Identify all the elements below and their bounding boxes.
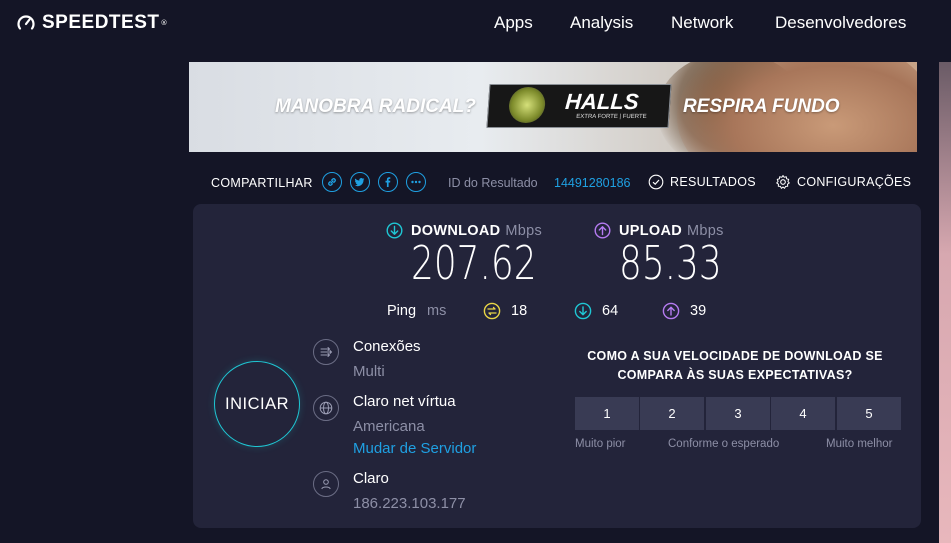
link-icon[interactable] <box>322 172 342 192</box>
ping-download: 64 <box>574 302 618 320</box>
connections-label: Conexões <box>353 338 421 355</box>
ping-upload-value: 39 <box>690 303 707 319</box>
twitter-icon[interactable] <box>350 172 370 192</box>
ping-idle: 18 <box>483 302 527 320</box>
results-label: RESULTADOS <box>670 175 756 189</box>
facebook-icon[interactable] <box>378 172 398 192</box>
halls-logo-gem <box>507 87 547 123</box>
download-arrow-icon <box>386 222 403 239</box>
ping-idle-value: 18 <box>511 303 528 319</box>
start-test-button[interactable]: INICIAR <box>214 361 300 447</box>
settings-label: CONFIGURAÇÕES <box>797 175 912 189</box>
result-id-label: ID do Resultado <box>448 176 538 190</box>
scale-low-label: Muito pior <box>575 438 626 450</box>
logo-trademark: ® <box>160 19 168 27</box>
settings-button[interactable]: CONFIGURAÇÕES <box>775 174 911 190</box>
ad-headline-left: MANOBRA RADICAL? <box>275 96 476 117</box>
ad-banner[interactable]: MANOBRA RADICAL? HALLS EXTRA FORTE | FUE… <box>189 62 917 152</box>
nav-apps[interactable]: Apps <box>494 13 533 33</box>
share-bar: COMPARTILHAR ID do Resultado 14491280186… <box>0 170 951 196</box>
rating-button-3[interactable]: 3 <box>706 397 770 430</box>
more-icon[interactable] <box>406 172 426 192</box>
scale-high-label: Muito melhor <box>826 438 893 450</box>
nav-developers[interactable]: Desenvolvedores <box>775 13 906 33</box>
rating-button-1[interactable]: 1 <box>575 397 639 430</box>
top-header: SPEEDTEST ® Apps Analysis Network Desenvo… <box>0 0 951 46</box>
rating-button-4[interactable]: 4 <box>771 397 835 430</box>
ping-upload: 39 <box>662 302 706 320</box>
rating-button-5[interactable]: 5 <box>837 397 901 430</box>
server-name: Claro net vírtua <box>353 393 456 410</box>
globe-icon <box>313 395 339 421</box>
side-ad-strip <box>939 62 951 543</box>
speedtest-logo[interactable]: SPEEDTEST ® <box>16 12 167 34</box>
scale-mid-label: Conforme o esperado <box>668 438 780 450</box>
speedometer-icon <box>17 15 35 30</box>
latency-download-icon <box>574 302 592 320</box>
ad-product-sub: EXTRA FORTE | FUERTE <box>576 114 647 120</box>
survey-question: COMO A SUA VELOCIDADE DE DOWNLOAD SE COM… <box>587 349 883 382</box>
server-location: Americana <box>353 418 425 435</box>
share-label: COMPARTILHAR <box>211 176 313 190</box>
latency-idle-icon <box>483 302 501 320</box>
ad-product-name: HALLS <box>564 89 640 114</box>
logo-text: SPEEDTEST <box>42 12 160 33</box>
user-icon <box>313 471 339 497</box>
rating-button-2[interactable]: 2 <box>640 397 704 430</box>
ad-product-pack: HALLS EXTRA FORTE | FUERTE <box>486 84 672 128</box>
gear-icon <box>776 175 790 189</box>
upload-speed-value: 85.33 <box>619 236 722 290</box>
check-circle-icon <box>648 174 664 190</box>
upload-arrow-icon <box>594 222 611 239</box>
ping-label: Ping <box>387 303 417 319</box>
isp-ip: 186.223.103.177 <box>353 495 466 512</box>
ad-headline-right: RESPIRA FUNDO <box>683 96 840 117</box>
connections-icon <box>313 339 339 365</box>
nav-analysis[interactable]: Analysis <box>570 13 633 33</box>
ping-unit: ms <box>427 303 447 319</box>
results-panel: DOWNLOAD Mbps UPLOAD Mbps 207.62 85.33 P… <box>193 204 921 528</box>
ping-download-value: 64 <box>602 303 619 319</box>
download-speed-value: 207.62 <box>411 236 537 290</box>
nav-network[interactable]: Network <box>671 13 733 33</box>
latency-upload-icon <box>662 302 680 320</box>
isp-name: Claro <box>353 470 389 487</box>
connections-value[interactable]: Multi <box>353 363 385 380</box>
change-server-link[interactable]: Mudar de Servidor <box>353 440 476 457</box>
results-button[interactable]: RESULTADOS <box>648 174 756 190</box>
result-id-link[interactable]: 14491280186 <box>554 176 630 190</box>
